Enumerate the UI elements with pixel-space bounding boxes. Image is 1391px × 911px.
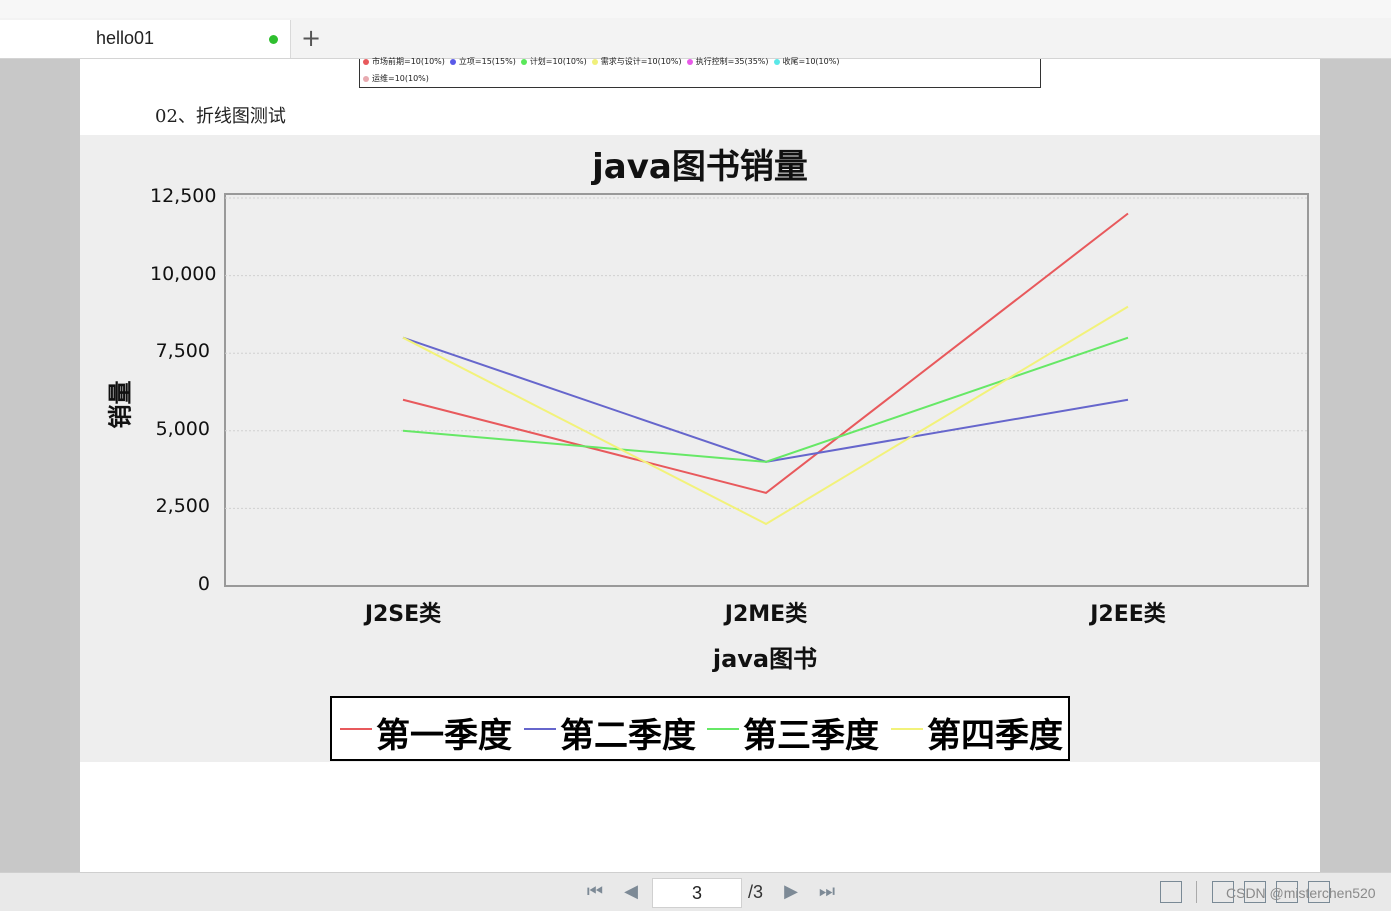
last-page-icon[interactable]: ⏭ (814, 879, 840, 905)
pie-legend-label: 计划=10(10%) (529, 57, 587, 66)
legend-swatch (449, 58, 456, 65)
pie-legend-item: 运维=10(10%) (363, 73, 429, 84)
tab-hello01[interactable]: hello01 (0, 20, 291, 58)
previous-page-icon[interactable]: ◀ (618, 879, 644, 905)
x-tick-label: J2SE类 (364, 602, 442, 627)
legend-label: 第四季度 (927, 716, 1063, 756)
x-axis-label: java图书 (712, 645, 818, 673)
toolbar-separator (1196, 881, 1197, 903)
y-tick-label: 2,500 (155, 495, 210, 518)
fit-width-icon[interactable] (1160, 881, 1182, 903)
first-page-icon[interactable]: ⏮ (582, 879, 608, 905)
bottom-navigation-bar: ⏮ ◀ 3 /3 ▶ ⏭ CSDN @misterchen520 (0, 872, 1391, 911)
pie-legend-label: 收尾=10(10%) (782, 57, 840, 66)
watermark: CSDN @misterchen520 (1226, 885, 1376, 901)
page-total: /3 (748, 882, 764, 902)
legend-line-swatch (524, 728, 556, 730)
pie-legend-row-2: 运维=10(10%) (363, 73, 434, 84)
y-tick-label: 0 (197, 573, 210, 595)
x-tick-label: J2ME类 (724, 602, 808, 627)
legend-line-swatch (340, 728, 372, 730)
pie-legend-label: 立项=15(15%) (458, 57, 516, 66)
legend-item: 第二季度 (524, 706, 704, 756)
top-toolbar-strip (0, 0, 1391, 18)
pie-legend-label: 市场前期=10(10%) (372, 57, 445, 66)
next-page-icon[interactable]: ▶ (778, 879, 804, 905)
legend-line-swatch (891, 728, 923, 730)
add-tab-button[interactable]: + (298, 24, 324, 52)
legend-swatch (591, 58, 598, 65)
pie-legend-label: 运维=10(10%) (372, 74, 429, 83)
legend-swatch (363, 75, 369, 82)
section-title: 02、折线图测试 (155, 106, 286, 127)
legend-swatch (686, 58, 693, 65)
unsaved-dot-icon (269, 35, 278, 44)
y-tick-label: 7,500 (155, 340, 210, 363)
y-tick-label: 5,000 (155, 417, 210, 440)
legend-label: 第一季度 (376, 716, 512, 756)
plot-area (224, 193, 1309, 587)
tab-label: hello01 (96, 28, 155, 48)
pie-legend-item: 需求与设计=10(10%) (591, 56, 682, 67)
y-tick-label: 12,500 (150, 185, 217, 207)
page-number-input[interactable]: 3 (652, 878, 742, 908)
tab-bar: hello01 + (0, 18, 1391, 59)
x-tick-label: J2EE类 (1090, 602, 1166, 627)
y-axis-label: 销量 (106, 380, 135, 429)
pie-legend-item: 收尾=10(10%) (773, 56, 840, 67)
pie-legend-label: 需求与设计=10(10%) (600, 57, 682, 66)
pie-legend-row-1: 市场前期=10(10%) 立项=15(15%) 计划=10(10%) 需求与设计=10… (363, 56, 844, 67)
pie-legend-label: 执行控制=35(35%) (695, 57, 769, 66)
legend-item: 第一季度 (340, 706, 520, 756)
legend-label: 第三季度 (743, 716, 879, 756)
document-page: 市场前期=10(10%) 立项=15(15%) 计划=10(10%) 需求与设计=10… (80, 56, 1320, 872)
legend-label: 第二季度 (560, 716, 696, 756)
pie-legend-item: 立项=15(15%) (449, 56, 516, 67)
legend-item: 第四季度 (891, 706, 1071, 756)
legend-swatch (773, 58, 780, 65)
pie-legend-item: 市场前期=10(10%) (363, 56, 445, 67)
legend-line-swatch (707, 728, 739, 730)
pie-legend-item: 计划=10(10%) (520, 56, 587, 67)
pie-chart-legend: 市场前期=10(10%) 立项=15(15%) 计划=10(10%) 需求与设计=10… (359, 56, 1041, 88)
y-tick-label: 10,000 (150, 262, 217, 285)
chart-legend: 第一季度 第二季度 第三季度 第四季度 (330, 696, 1070, 761)
legend-swatch (363, 58, 369, 65)
legend-item: 第三季度 (707, 706, 887, 756)
line-chart: java图书 销量 0 2,500 5,000 7,500 10,000 12,500 J2… (80, 135, 1320, 762)
pie-legend-item: 执行控制=35(35%) (686, 56, 769, 67)
legend-swatch (520, 58, 527, 65)
